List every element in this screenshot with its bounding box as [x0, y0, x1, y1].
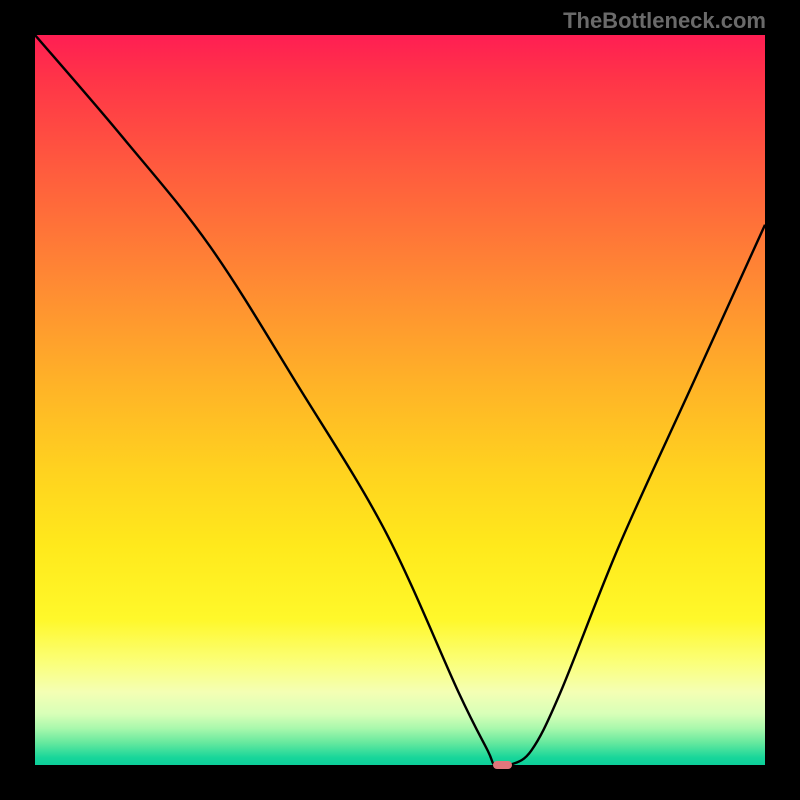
optimal-point-marker	[493, 761, 512, 770]
bottleneck-curve	[35, 35, 765, 765]
chart-frame: TheBottleneck.com	[0, 0, 800, 800]
curve-path	[35, 35, 765, 765]
attribution-text: TheBottleneck.com	[563, 8, 766, 34]
plot-area	[35, 35, 765, 765]
